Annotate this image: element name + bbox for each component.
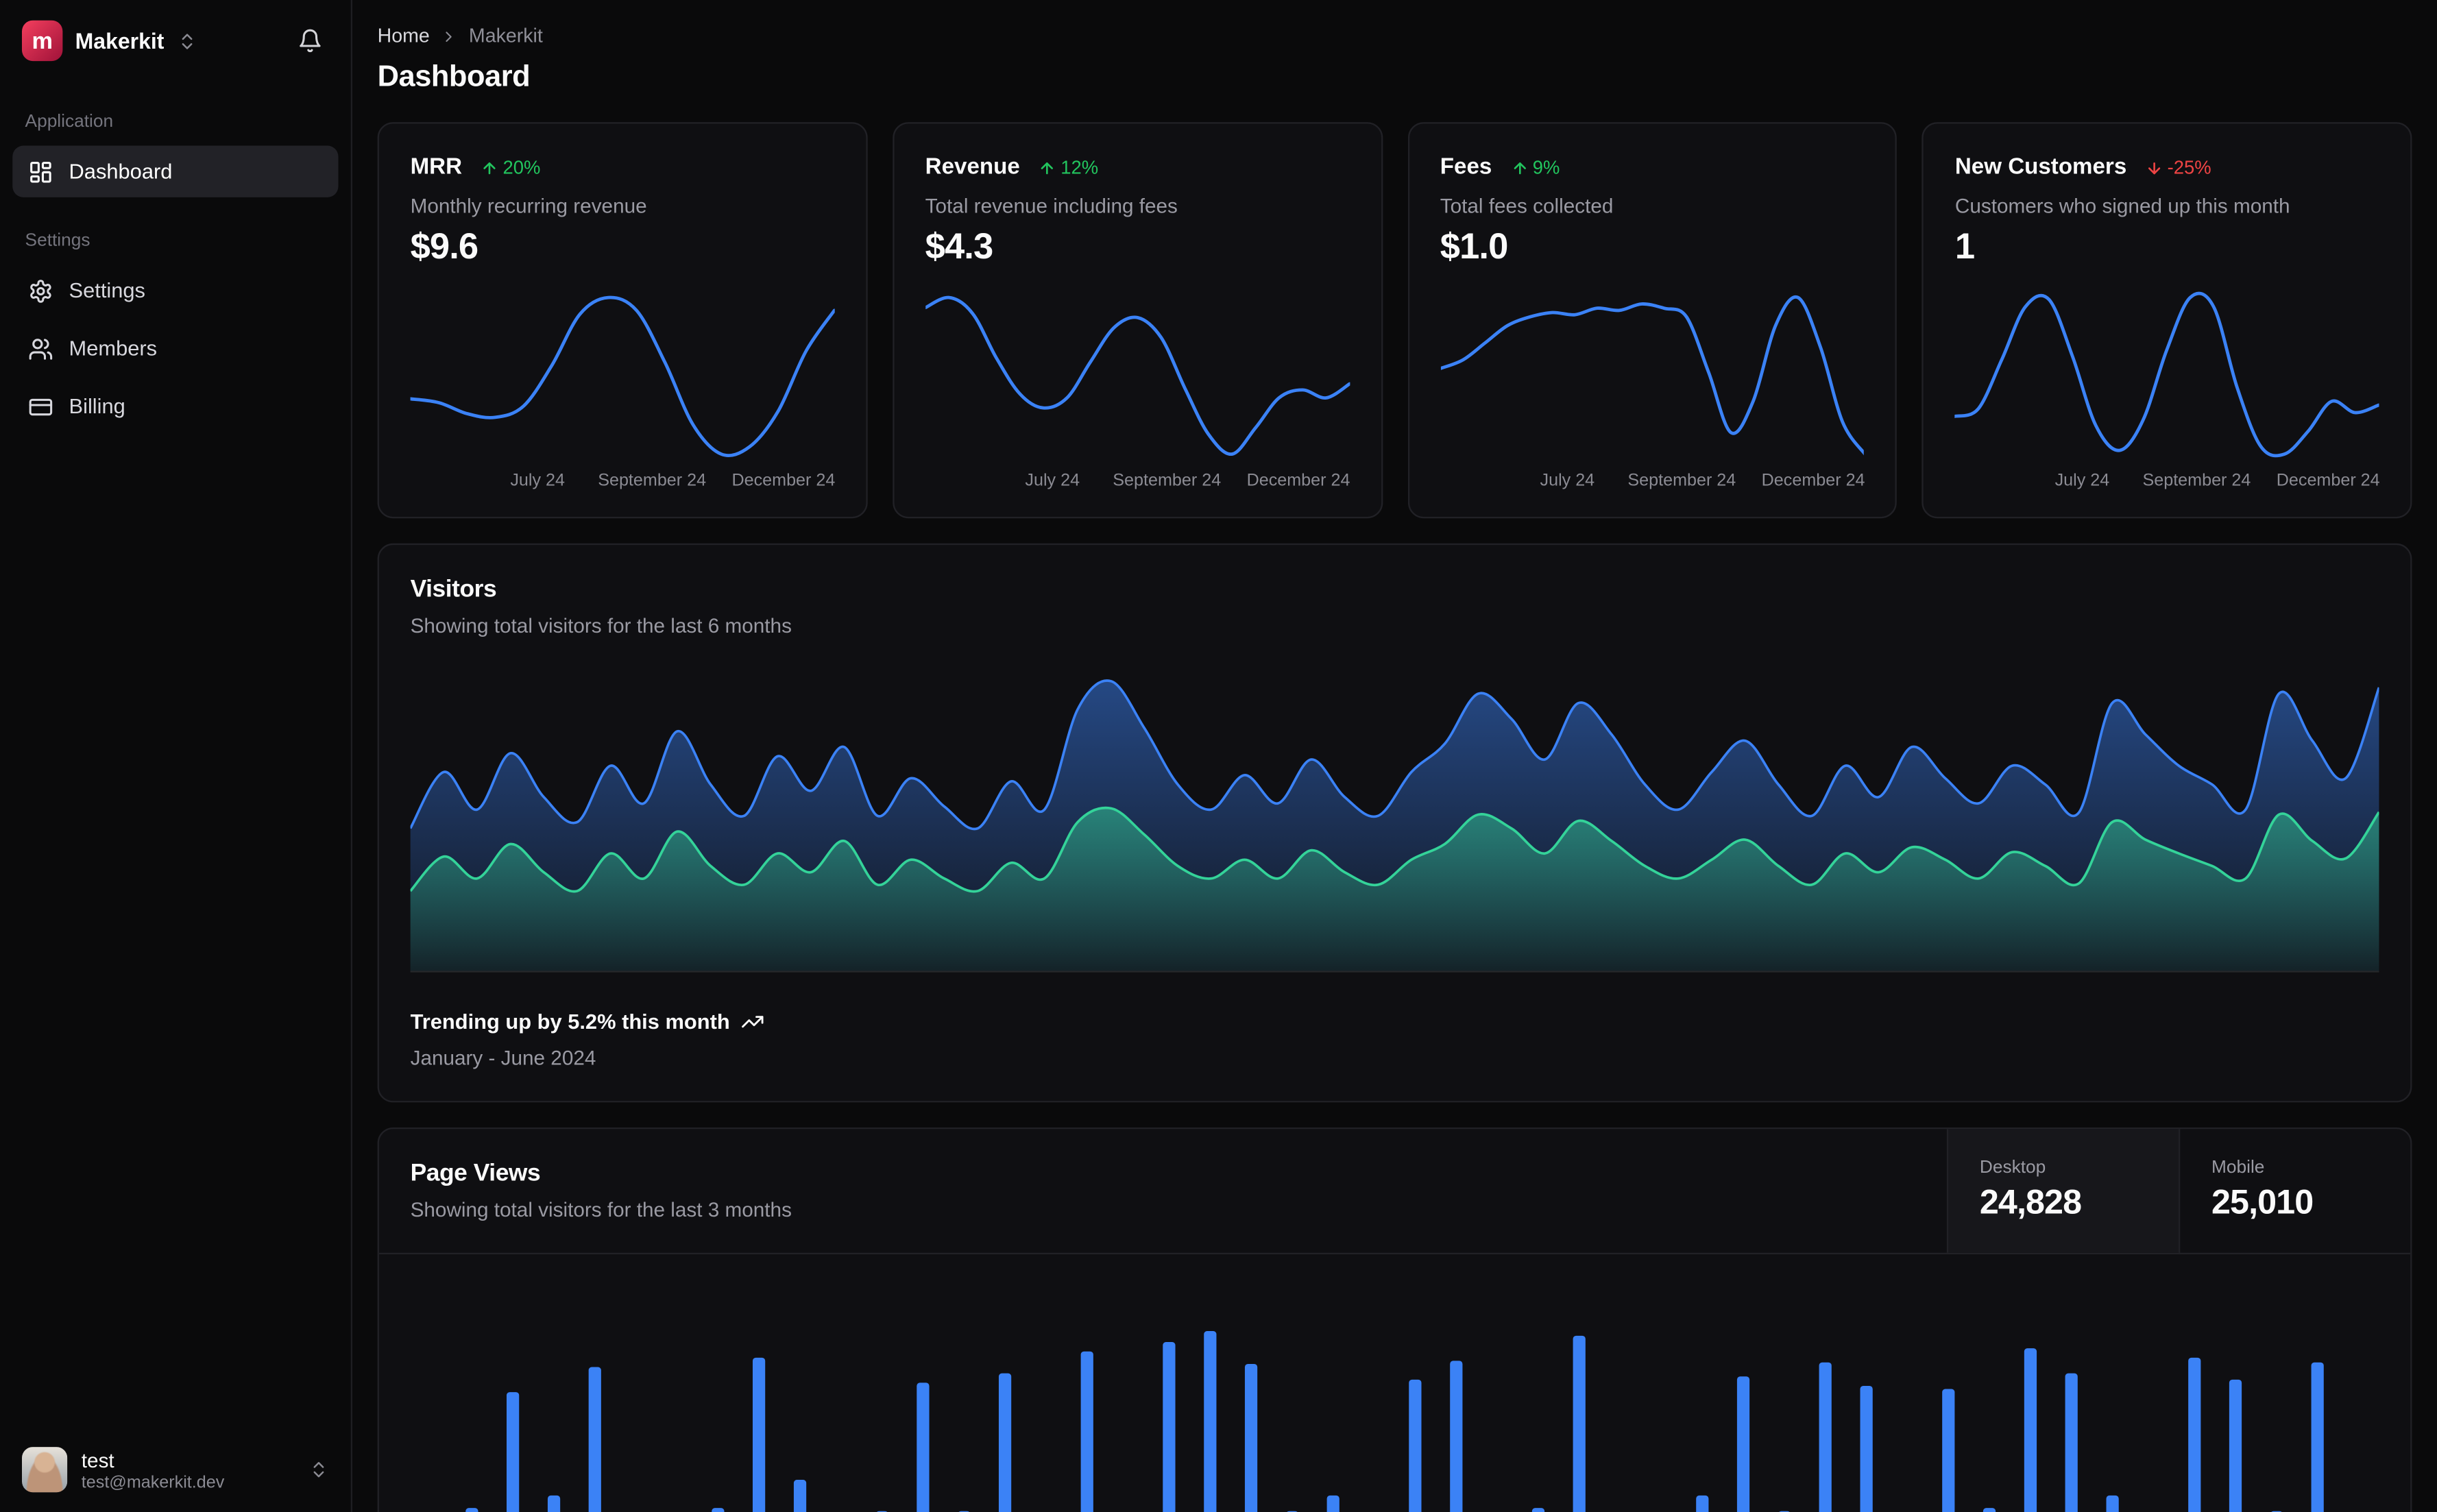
stat-card-new-customers: New Customers -25% Customers who signed … xyxy=(1921,122,2412,519)
stat-title: Revenue xyxy=(925,155,1020,180)
trend-badge: 12% xyxy=(1039,156,1098,178)
sidebar-item-label: Members xyxy=(69,337,158,361)
stat-description: Customers who signed up this month xyxy=(1954,194,2290,218)
sidebar-item-label: Settings xyxy=(69,278,145,302)
nav-section-settings: Settings xyxy=(25,232,90,251)
stat-value: $4.3 xyxy=(925,225,994,267)
mobile-label: Mobile xyxy=(2211,1158,2265,1178)
stat-cards-row: MRR 20% Monthly recurring revenue $9.6 J… xyxy=(377,122,2412,519)
stat-card-revenue: Revenue 12% Total revenue including fees… xyxy=(892,122,1383,519)
user-meta: test test@makerkit.dev xyxy=(82,1448,224,1491)
makerkit-logo: m xyxy=(21,20,63,62)
workspace-selector[interactable]: m Makerkit xyxy=(21,20,197,62)
page-title: Dashboard xyxy=(377,61,531,95)
page-views-toggle-mobile[interactable]: Mobile 25,010 xyxy=(2179,1129,2410,1253)
sparkline-axis: July 24 September 24 December 24 xyxy=(2054,471,2380,491)
revenue-sparkline-chart xyxy=(925,295,1350,456)
page-views-bar-chart xyxy=(465,1330,2324,1512)
page-views-subtitle: Showing total visitors for the last 3 mo… xyxy=(410,1197,792,1222)
sparkline-axis: July 24 September 24 December 24 xyxy=(1540,471,1865,491)
sparkline-axis: July 24 September 24 December 24 xyxy=(1025,471,1350,491)
sidebar-item-label: Billing xyxy=(69,394,125,419)
chevrons-up-down-icon xyxy=(182,33,193,49)
user-email: test@makerkit.dev xyxy=(81,1472,225,1492)
nav-section-application: Application xyxy=(25,112,114,132)
stat-title: New Customers xyxy=(1954,155,2127,180)
sidebar-item-settings[interactable]: Settings xyxy=(12,265,338,316)
stat-title: MRR xyxy=(410,155,463,180)
stat-card-fees: Fees 9% Total fees collected $1.0 July 2… xyxy=(1407,122,1898,519)
trend-up-icon xyxy=(1041,161,1054,174)
mrr-sparkline-chart xyxy=(410,295,835,458)
chevron-right-icon xyxy=(446,31,452,41)
trend-down-icon xyxy=(2148,161,2160,174)
app-root: m Makerkit Application Dashboard Setting… xyxy=(0,0,2437,1512)
chevrons-up-down-icon xyxy=(313,1462,324,1478)
desktop-value: 24,828 xyxy=(1979,1182,2082,1222)
mobile-value: 25,010 xyxy=(2211,1182,2314,1222)
members-icon xyxy=(29,338,53,359)
screen: m Makerkit Application Dashboard Setting… xyxy=(0,0,2437,1512)
page-views-header: Page Views Showing total visitors for th… xyxy=(378,1129,2411,1255)
trend-up-icon xyxy=(1513,161,1525,174)
desktop-label: Desktop xyxy=(1979,1158,2046,1178)
workspace-name: Makerkit xyxy=(75,28,165,53)
breadcrumb-home-link[interactable]: Home xyxy=(378,25,430,47)
visitors-title: Visitors xyxy=(410,576,497,603)
fees-sparkline-chart xyxy=(1440,295,1865,456)
dashboard-icon xyxy=(30,160,51,182)
page-views-toggle-desktop[interactable]: Desktop 24,828 xyxy=(1946,1129,2179,1253)
visitors-area-chart xyxy=(410,679,2379,973)
trend-badge: 9% xyxy=(1511,156,1560,178)
new-customers-sparkline-chart xyxy=(1954,291,2379,458)
stat-card-mrr: MRR 20% Monthly recurring revenue $9.6 J… xyxy=(377,122,868,519)
visitors-card: Visitors Showing total visitors for the … xyxy=(377,543,2412,1103)
account-menu[interactable]: test test@makerkit.dev xyxy=(0,1426,351,1512)
page-views-card: Page Views Showing total visitors for th… xyxy=(377,1127,2412,1512)
sidebar-item-members[interactable]: Members xyxy=(12,323,338,374)
sidebar-header: m Makerkit xyxy=(0,0,351,82)
sidebar-item-billing[interactable]: Billing xyxy=(12,380,338,432)
stat-value: 1 xyxy=(1954,225,1975,267)
user-name: test xyxy=(81,1448,114,1472)
stat-value: $1.0 xyxy=(1440,225,1509,267)
sidebar-item-dashboard[interactable]: Dashboard xyxy=(12,145,339,197)
trending-up-icon xyxy=(742,1016,764,1028)
stat-description: Monthly recurring revenue xyxy=(410,194,647,218)
billing-icon xyxy=(29,398,53,415)
visitors-date-range: January - June 2024 xyxy=(410,1046,596,1070)
trend-up-icon xyxy=(483,161,496,174)
main-content: Home Makerkit Dashboard MRR 20% Monthly … xyxy=(352,0,2437,1512)
avatar xyxy=(21,1447,68,1493)
sidebar: m Makerkit Application Dashboard Setting… xyxy=(0,0,353,1512)
bell-icon xyxy=(300,29,321,53)
sparkline-axis: July 24 September 24 December 24 xyxy=(510,471,836,491)
visitors-subtitle: Showing total visitors for the last 6 mo… xyxy=(410,613,792,637)
stat-title: Fees xyxy=(1440,155,1492,180)
stat-description: Total fees collected xyxy=(1440,194,1614,218)
sidebar-item-label: Dashboard xyxy=(69,160,173,184)
stat-value: $9.6 xyxy=(410,225,479,267)
gear-icon xyxy=(30,279,51,302)
stat-description: Total revenue including fees xyxy=(925,194,1178,218)
breadcrumb-current: Makerkit xyxy=(468,25,543,47)
notifications-button[interactable] xyxy=(291,22,329,60)
trend-badge: -25% xyxy=(2146,156,2211,178)
page-views-title: Page Views xyxy=(410,1160,541,1187)
breadcrumb: Home Makerkit xyxy=(378,25,2412,47)
trend-badge: 20% xyxy=(481,156,540,178)
visitors-trend-text: Trending up by 5.2% this month xyxy=(410,1010,730,1034)
visitors-footer: Trending up by 5.2% this month January -… xyxy=(410,1010,2379,1070)
